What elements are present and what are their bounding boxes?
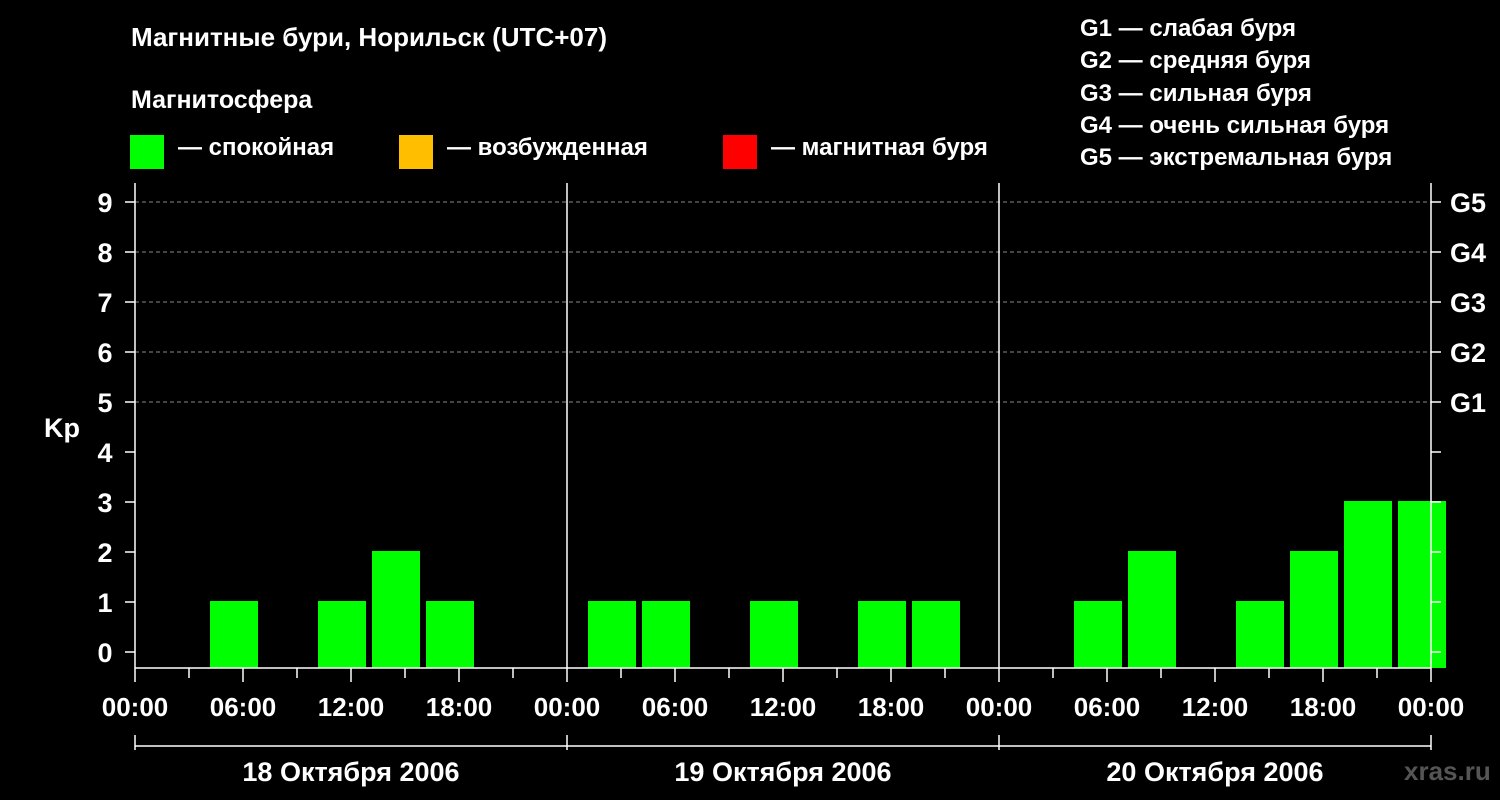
day-label-2: 19 Октября 2006 xyxy=(674,757,891,787)
x-tick-label-2: 12:00 xyxy=(318,692,385,722)
y-tick-label-1: 1 xyxy=(97,588,112,618)
bar-day1-slot6 xyxy=(426,601,474,668)
x-tick-label-5: 06:00 xyxy=(642,692,709,722)
bar-day2-slot7 xyxy=(912,601,960,668)
bar-day3-slot6 xyxy=(1290,551,1338,668)
x-tick-label-6: 12:00 xyxy=(750,692,817,722)
y-tick-label-2: 2 xyxy=(97,538,112,568)
bar-day2-slot1 xyxy=(588,601,636,668)
y-tick-label-8: 8 xyxy=(97,238,112,268)
x-tick-label-7: 18:00 xyxy=(858,692,925,722)
bar-day2-slot6 xyxy=(858,601,906,668)
right-axis-label-g5: G5 xyxy=(1450,188,1486,218)
x-tick-label-10: 12:00 xyxy=(1182,692,1249,722)
y-axis-label: Kp xyxy=(44,413,80,443)
bar-day3-slot8 xyxy=(1398,501,1446,668)
y-tick-label-0: 0 xyxy=(97,638,112,668)
kp-chart: 0 1 2 3 4 5 6 7 8 9 G1 G2 G3 G4 G5 Kp 00:00 06:00 12:00 18:… xyxy=(44,183,1486,787)
right-axis-label-g3: G3 xyxy=(1450,288,1486,318)
x-tick-label-0: 00:00 xyxy=(102,692,169,722)
x-tick-label-9: 06:00 xyxy=(1074,692,1141,722)
x-tick-label-8: 00:00 xyxy=(966,692,1033,722)
x-tick-label-11: 18:00 xyxy=(1290,692,1357,722)
y-tick-label-7: 7 xyxy=(97,288,112,318)
bar-day3-slot3 xyxy=(1128,551,1176,668)
right-axis-label-g2: G2 xyxy=(1450,338,1486,368)
x-tick-label-3: 18:00 xyxy=(426,692,493,722)
y-tick-label-6: 6 xyxy=(97,338,112,368)
bar-day3-slot7 xyxy=(1344,501,1392,668)
x-tick-label-12: 00:00 xyxy=(1398,692,1465,722)
day-label-3: 20 Октября 2006 xyxy=(1106,757,1323,787)
bar-day3-slot2 xyxy=(1074,601,1122,668)
bar-day3-slot5 xyxy=(1236,601,1284,668)
x-tick-label-4: 00:00 xyxy=(534,692,601,722)
right-axis-label-g1: G1 xyxy=(1450,388,1486,418)
right-axis-label-g4: G4 xyxy=(1450,238,1486,268)
day-label-1: 18 Октября 2006 xyxy=(242,757,459,787)
site-watermark: xras.ru xyxy=(1404,756,1491,786)
bar-day1-slot2 xyxy=(210,601,258,668)
y-tick-label-3: 3 xyxy=(97,488,112,518)
bar-day1-slot5 xyxy=(372,551,420,668)
y-tick-label-4: 4 xyxy=(97,438,112,468)
y-tick-label-9: 9 xyxy=(97,188,112,218)
bar-day2-slot4 xyxy=(750,601,798,668)
x-tick-label-1: 06:00 xyxy=(210,692,277,722)
bar-day2-slot2 xyxy=(642,601,690,668)
bar-day1-slot4 xyxy=(318,601,366,668)
y-tick-label-5: 5 xyxy=(97,388,112,418)
